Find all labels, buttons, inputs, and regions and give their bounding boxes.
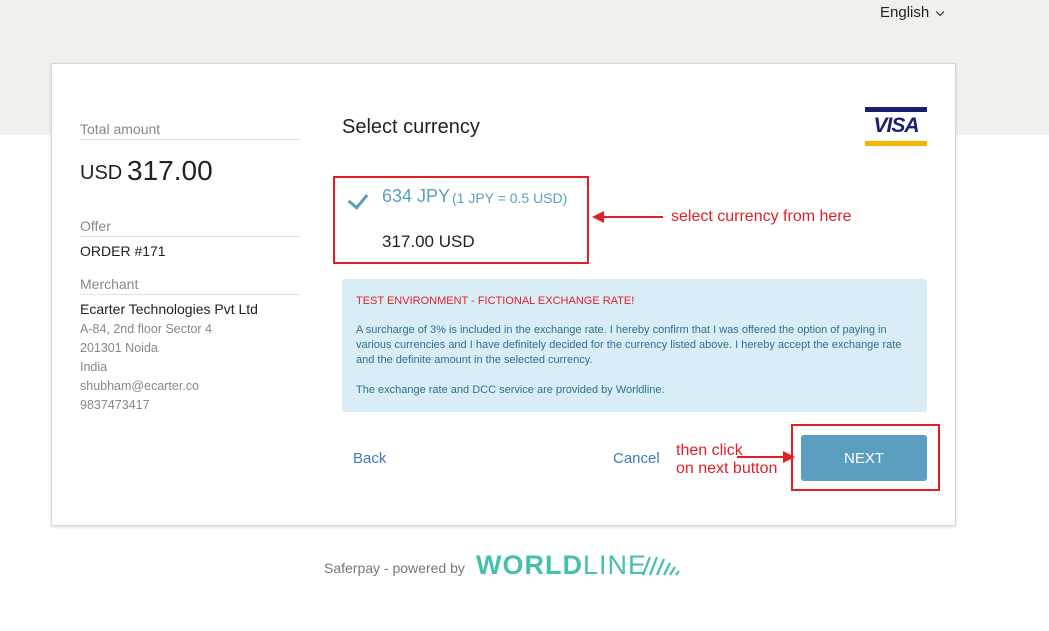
powered-by-text: Saferpay - powered by bbox=[324, 560, 465, 576]
total-amount-value: 317.00 bbox=[127, 155, 213, 186]
merchant-email: shubham@ecarter.co bbox=[80, 379, 200, 393]
divider bbox=[80, 236, 300, 237]
merchant-phone: 9837473417 bbox=[80, 398, 150, 412]
merchant-label: Merchant bbox=[80, 276, 139, 292]
worldline-logo: WORLDLINE bbox=[476, 550, 648, 580]
visa-logo: VISA bbox=[865, 107, 927, 146]
merchant-address-line2: 201301 Noida bbox=[80, 341, 158, 355]
page-title: Select currency bbox=[342, 116, 480, 138]
surcharge-text: A surcharge of 3% is included in the exc… bbox=[356, 324, 902, 366]
cancel-link[interactable]: Cancel bbox=[613, 450, 660, 467]
test-environment-warning: TEST ENVIRONMENT - FICTIONAL EXCHANGE RA… bbox=[356, 295, 635, 307]
annotation-box-next bbox=[791, 424, 940, 491]
merchant-name: Ecarter Technologies Pvt Ltd bbox=[80, 301, 258, 317]
language-label: English bbox=[880, 4, 930, 21]
offer-label: Offer bbox=[80, 218, 111, 234]
annotation-box-currency bbox=[333, 176, 589, 264]
merchant-address-line1: A-84, 2nd floor Sector 4 bbox=[80, 322, 213, 336]
divider bbox=[80, 139, 300, 140]
offer-value: ORDER #171 bbox=[80, 243, 166, 259]
merchant-country: India bbox=[80, 360, 108, 374]
back-link[interactable]: Back bbox=[353, 450, 386, 467]
annotation-select-currency: select currency from here bbox=[671, 208, 852, 225]
total-currency: USD bbox=[80, 162, 123, 184]
exchange-info-box: TEST ENVIRONMENT - FICTIONAL EXCHANGE RA… bbox=[342, 279, 927, 412]
worldline-wave-icon bbox=[641, 556, 680, 576]
provider-text: The exchange rate and DCC service are pr… bbox=[356, 384, 665, 396]
divider bbox=[80, 294, 300, 295]
annotation-next-line2: on next button bbox=[676, 460, 778, 477]
language-selector[interactable]: English bbox=[880, 4, 945, 21]
total-amount-label: Total amount bbox=[80, 121, 161, 137]
annotation-next-line1: then click bbox=[676, 442, 743, 459]
arrow-left-icon bbox=[592, 211, 663, 223]
